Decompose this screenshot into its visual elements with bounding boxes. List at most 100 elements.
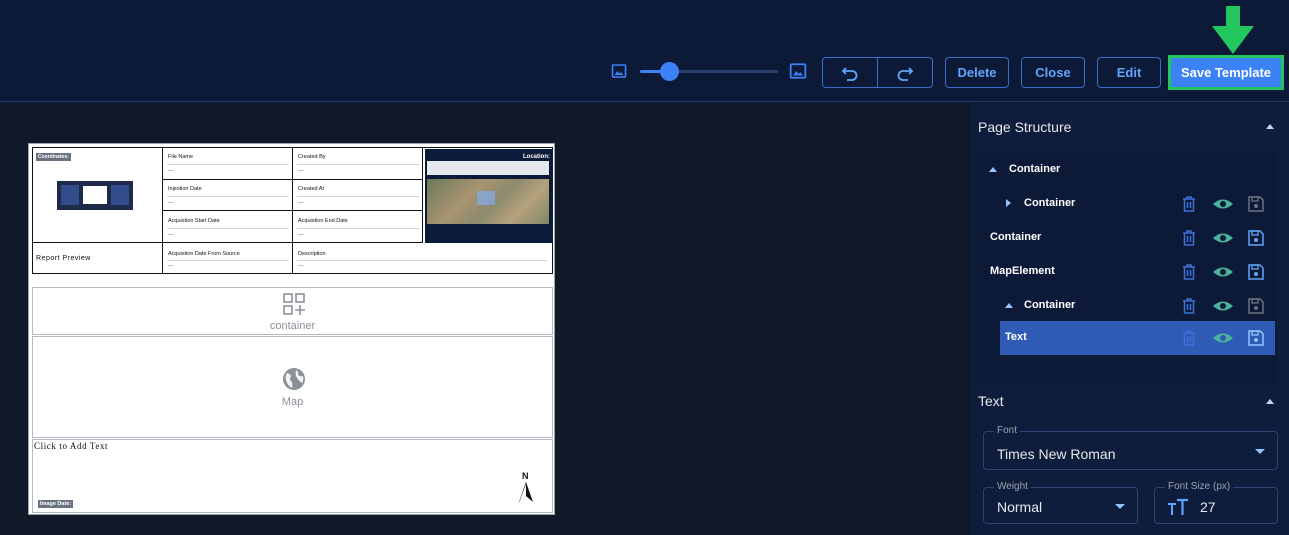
- field-value: ---: [168, 200, 174, 206]
- field-cell-created-at: Created At ---: [293, 180, 423, 211]
- field-value: ---: [168, 263, 174, 269]
- tree-item-label: Text: [1005, 331, 1027, 343]
- globe-icon: [283, 368, 305, 390]
- expand-right-icon[interactable]: [1006, 199, 1011, 207]
- eye-icon[interactable]: [1212, 195, 1234, 213]
- tree-item-container[interactable]: Container: [977, 187, 1277, 221]
- location-label: Location:: [523, 154, 550, 160]
- tree-item-label: Container: [1024, 197, 1076, 209]
- save-icon[interactable]: [1247, 263, 1265, 281]
- text-placeholder[interactable]: Click to Add Text N Image Date:: [32, 439, 553, 513]
- field-cell-acquistion-start: Acquistion Start Date ---: [163, 211, 293, 243]
- font-select[interactable]: Font Times New Roman: [983, 425, 1278, 470]
- down-arrow-hint-icon: [1212, 6, 1254, 54]
- field-value: ---: [298, 232, 304, 238]
- map-placeholder[interactable]: Map: [32, 336, 553, 438]
- save-icon[interactable]: [1247, 329, 1265, 347]
- trash-icon[interactable]: [1180, 329, 1198, 347]
- tree-item-container[interactable]: Container: [977, 221, 1277, 255]
- page-structure-title: Page Structure: [978, 119, 1072, 135]
- click-to-add-text[interactable]: Click to Add Text: [34, 441, 108, 451]
- field-divider: [297, 228, 419, 229]
- add-container-icon: [283, 293, 305, 315]
- top-toolbar: Delete Close Edit Save Template: [0, 0, 1289, 102]
- zoom-out-image-icon[interactable]: [611, 63, 627, 79]
- report-header-container[interactable]: Coordinates: File Name --- Created By --…: [32, 147, 553, 274]
- field-cell-description: Description ---: [293, 243, 552, 273]
- font-size-value[interactable]: 27: [1200, 499, 1216, 515]
- delete-button[interactable]: Delete: [945, 57, 1009, 88]
- container-placeholder[interactable]: container: [32, 287, 553, 335]
- field-cell-created-by: Created By ---: [293, 148, 423, 180]
- field-label: Acquistion End Date: [298, 218, 348, 224]
- save-disabled-icon[interactable]: [1247, 195, 1265, 213]
- chevron-down-icon: [1255, 449, 1265, 454]
- trash-icon[interactable]: [1180, 229, 1198, 247]
- page-structure-tree: Container Container Container MapElement: [977, 153, 1277, 383]
- trash-icon[interactable]: [1180, 263, 1198, 281]
- expand-up-icon[interactable]: [1005, 303, 1013, 308]
- field-value: ---: [168, 168, 174, 174]
- screenshot-thumbnail: [57, 181, 133, 210]
- font-size-input[interactable]: Font Size (px) 27: [1154, 481, 1278, 524]
- field-divider: [167, 164, 289, 165]
- font-value: Times New Roman: [997, 446, 1116, 462]
- undo-icon: [841, 66, 858, 81]
- field-value: ---: [298, 263, 304, 269]
- tree-item-container[interactable]: Container: [977, 289, 1277, 323]
- field-label: Acquistion Start Date: [168, 218, 220, 224]
- field-divider: [167, 228, 289, 229]
- field-cell-injestion-date: Injestion Date ---: [163, 180, 293, 211]
- tree-item-label: Container: [990, 231, 1042, 243]
- close-button[interactable]: Close: [1021, 57, 1085, 88]
- weight-select[interactable]: Weight Normal: [983, 481, 1138, 524]
- collapse-text-section-icon[interactable]: [1266, 399, 1274, 404]
- collapse-page-structure-icon[interactable]: [1266, 124, 1274, 129]
- field-label: Description: [298, 251, 326, 257]
- expand-up-icon[interactable]: [989, 167, 997, 172]
- weight-value: Normal: [997, 499, 1043, 515]
- field-value: ---: [168, 232, 174, 238]
- eye-icon[interactable]: [1212, 263, 1234, 281]
- tree-item-mapelement[interactable]: MapElement: [977, 255, 1277, 289]
- redo-icon: [897, 66, 914, 81]
- weight-legend: Weight: [994, 481, 1031, 492]
- thumbnail-cell: Coordinates:: [33, 148, 163, 243]
- report-preview-label: Report Preview: [36, 255, 91, 262]
- eye-icon[interactable]: [1212, 329, 1234, 347]
- north-arrow-icon: [519, 482, 533, 502]
- undo-button[interactable]: [823, 58, 878, 87]
- trash-icon[interactable]: [1180, 195, 1198, 213]
- editor-canvas: Coordinates: File Name --- Created By --…: [0, 103, 970, 535]
- font-size-legend: Font Size (px): [1165, 481, 1234, 492]
- field-divider: [297, 260, 547, 261]
- tree-item-label: Container: [1009, 163, 1061, 175]
- zoom-in-image-icon[interactable]: [789, 62, 807, 80]
- image-date-badge: Image Date:: [38, 500, 74, 508]
- eye-icon[interactable]: [1212, 229, 1234, 247]
- save-icon[interactable]: [1247, 229, 1265, 247]
- field-label: Acquistion Date From Source: [168, 251, 240, 257]
- tree-item-text-selected[interactable]: Text: [1000, 321, 1275, 355]
- field-label: Created By: [298, 154, 326, 160]
- chevron-down-icon: [1115, 504, 1125, 509]
- field-divider: [297, 196, 419, 197]
- edit-button[interactable]: Edit: [1097, 57, 1161, 88]
- location-map-thumbnail: Location:: [425, 149, 553, 243]
- save-disabled-icon[interactable]: [1247, 297, 1265, 315]
- north-label: N: [522, 471, 529, 481]
- trash-icon[interactable]: [1180, 297, 1198, 315]
- map-info-strip: [427, 161, 549, 175]
- save-template-button[interactable]: Save Template: [1171, 58, 1281, 87]
- tree-item-container[interactable]: Container: [977, 153, 1277, 187]
- field-cell-file-name: File Name ---: [163, 148, 293, 180]
- field-divider: [167, 260, 289, 261]
- field-divider: [167, 196, 289, 197]
- template-page: Coordinates: File Name --- Created By --…: [28, 143, 555, 515]
- eye-icon[interactable]: [1212, 297, 1234, 315]
- save-template-highlight: Save Template: [1168, 55, 1284, 90]
- redo-button[interactable]: [878, 58, 932, 87]
- satellite-image: [427, 179, 549, 224]
- zoom-slider-thumb[interactable]: [659, 62, 679, 81]
- tree-item-label: Container: [1024, 299, 1076, 311]
